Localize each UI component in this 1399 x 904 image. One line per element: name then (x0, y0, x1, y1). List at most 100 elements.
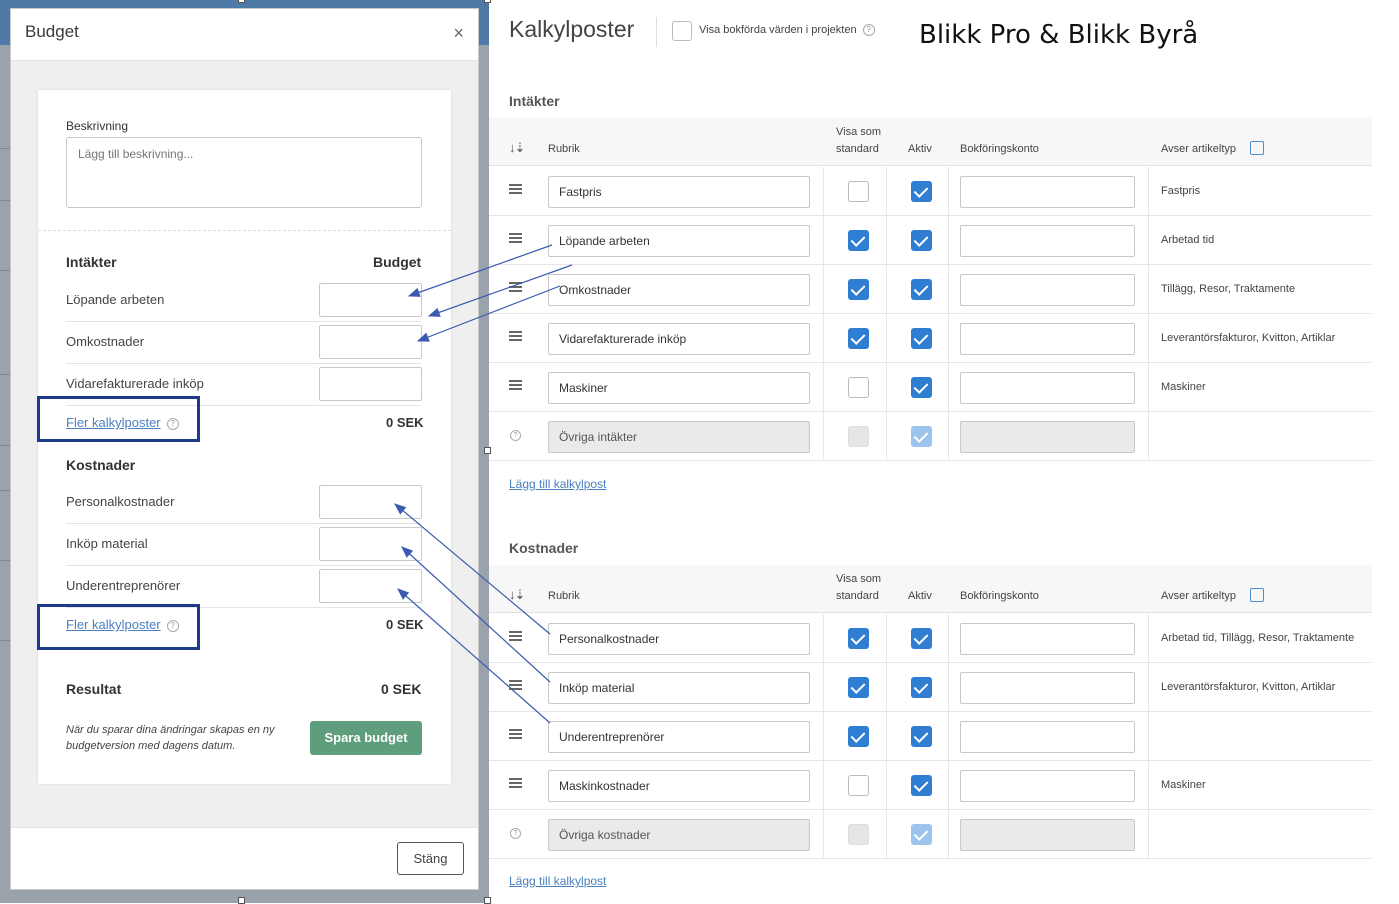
show-as-standard-checkbox[interactable] (848, 726, 869, 747)
item-name-input[interactable]: Personalkostnader (548, 623, 810, 655)
drag-handle-icon[interactable] (509, 680, 522, 690)
account-input[interactable] (960, 225, 1135, 257)
drag-handle-icon[interactable] (509, 380, 522, 390)
column-divider (948, 761, 949, 810)
article-type-text: Leverantörsfakturor, Kvitton, Artiklar (1161, 332, 1336, 344)
column-divider (886, 314, 887, 363)
item-name-input[interactable]: Maskinkostnader (548, 770, 810, 802)
account-input[interactable] (960, 176, 1135, 208)
drag-handle-icon[interactable] (509, 331, 522, 341)
result-label: Resultat (66, 681, 122, 697)
budget-input-personal[interactable] (319, 485, 422, 519)
item-name-input[interactable]: Omkostnader (548, 274, 810, 306)
show-as-standard-checkbox[interactable] (848, 775, 869, 796)
column-divider (948, 314, 949, 363)
account-input[interactable] (960, 323, 1135, 355)
drag-handle-icon[interactable] (509, 233, 522, 243)
drag-handle-icon[interactable] (509, 729, 522, 739)
add-item-link-costs[interactable]: Lägg till kalkylpost (509, 874, 606, 888)
item-name-input[interactable]: Vidarefakturerade inköp (548, 323, 810, 355)
active-checkbox (911, 426, 932, 447)
column-divider (886, 167, 887, 216)
budget-input-vidarefakturerade[interactable] (319, 367, 422, 401)
account-input[interactable] (960, 623, 1135, 655)
account-input[interactable] (960, 770, 1135, 802)
col-aktiv: Aktiv (908, 590, 932, 602)
column-divider (886, 265, 887, 314)
budget-input-material[interactable] (319, 527, 422, 561)
modal-footer: Stäng (11, 827, 478, 889)
account-input[interactable] (960, 274, 1135, 306)
show-as-standard-checkbox[interactable] (848, 230, 869, 251)
edit-icon[interactable] (1250, 141, 1264, 155)
col-visa-line1: Visa som (836, 126, 882, 138)
description-field[interactable]: Lägg till beskrivning... (66, 137, 422, 208)
sort-icon[interactable]: ↓⇣ (509, 140, 525, 156)
account-input[interactable] (960, 721, 1135, 753)
column-divider (1148, 412, 1149, 461)
column-divider (1148, 216, 1149, 265)
column-divider (823, 314, 824, 363)
cost-row-label: Personalkostnader (66, 494, 175, 509)
annotation-highlight-box (37, 604, 200, 650)
active-checkbox[interactable] (911, 279, 932, 300)
active-checkbox[interactable] (911, 230, 932, 251)
active-checkbox[interactable] (911, 328, 932, 349)
close-button[interactable]: Stäng (397, 842, 464, 875)
save-budget-button[interactable]: Spara budget (310, 721, 422, 755)
cost-row-label: Inköp material (66, 536, 148, 551)
show-as-standard-checkbox[interactable] (848, 181, 869, 202)
add-item-link-revenue[interactable]: Lägg till kalkylpost (509, 477, 606, 491)
show-as-standard-checkbox[interactable] (848, 328, 869, 349)
active-checkbox[interactable] (911, 677, 932, 698)
cost-section-title: Kostnader (509, 540, 579, 556)
item-name-input[interactable]: Inköp material (548, 672, 810, 704)
budget-input-lopande[interactable] (319, 283, 422, 317)
show-booked-checkbox[interactable] (672, 21, 692, 41)
account-input[interactable] (960, 372, 1135, 404)
table-row: Maskinkostnader Maskiner (489, 761, 1372, 810)
item-name-input[interactable]: Fastpris (548, 176, 810, 208)
table-row: Personalkostnader Arbetad tid, Tillägg, R… (489, 614, 1372, 663)
article-type-text: Maskiner (1161, 381, 1206, 393)
column-divider (1148, 265, 1149, 314)
budget-input-omkostnader[interactable] (319, 325, 422, 359)
brand-caption: Blikk Pro & Blikk Byrå (919, 20, 1199, 50)
active-checkbox[interactable] (911, 628, 932, 649)
item-name-input[interactable]: Maskiner (548, 372, 810, 404)
show-as-standard-checkbox[interactable] (848, 279, 869, 300)
table-row: Maskiner Maskiner (489, 363, 1372, 412)
drag-handle-icon[interactable] (509, 184, 522, 194)
show-as-standard-checkbox[interactable] (848, 377, 869, 398)
col-konto: Bokföringskonto (960, 590, 1039, 602)
active-checkbox[interactable] (911, 775, 932, 796)
drag-handle-icon[interactable] (509, 778, 522, 788)
column-divider (948, 412, 949, 461)
column-divider (1148, 167, 1149, 216)
active-checkbox[interactable] (911, 181, 932, 202)
drag-handle-icon[interactable] (509, 631, 522, 641)
drag-handle-icon[interactable] (509, 282, 522, 292)
column-divider (823, 761, 824, 810)
col-visa-line2: standard (836, 590, 879, 602)
active-checkbox[interactable] (911, 726, 932, 747)
item-name-input[interactable]: Underentreprenörer (548, 721, 810, 753)
account-input[interactable] (960, 672, 1135, 704)
article-type-text: Arbetad tid (1161, 234, 1215, 246)
revenue-row-label: Vidarefakturerade inköp (66, 376, 204, 391)
column-divider (823, 412, 824, 461)
item-name-input[interactable]: Löpande arbeten (548, 225, 810, 257)
table-row: ? Övriga kostnader (489, 810, 1372, 859)
edit-icon[interactable] (1250, 588, 1264, 602)
active-checkbox[interactable] (911, 377, 932, 398)
close-icon[interactable]: × (453, 23, 464, 44)
sort-icon[interactable]: ↓⇣ (509, 587, 525, 603)
show-as-standard-checkbox[interactable] (848, 677, 869, 698)
revenue-row-label: Löpande arbeten (66, 292, 165, 307)
column-divider (948, 614, 949, 663)
budget-input-underentreprenorer[interactable] (319, 569, 422, 603)
description-placeholder: Lägg till beskrivning... (78, 147, 194, 161)
cost-row-label: Underentreprenörer (66, 578, 181, 593)
show-as-standard-checkbox[interactable] (848, 628, 869, 649)
table-row: Löpande arbeten Arbetad tid (489, 216, 1372, 265)
